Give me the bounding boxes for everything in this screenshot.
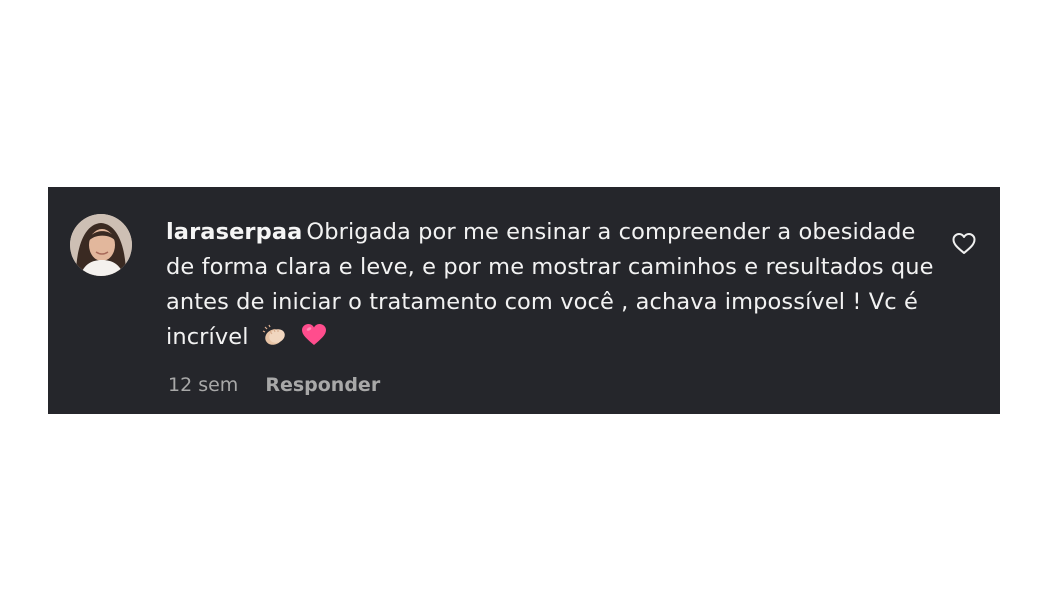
reply-button[interactable]: Responder (265, 374, 380, 396)
comment-username[interactable]: laraserpaa (166, 219, 302, 245)
avatar-image (70, 214, 132, 276)
heart-outline-icon (952, 233, 976, 254)
pink-heart-icon (301, 323, 327, 358)
clapping-hands-icon (262, 323, 288, 358)
comment-meta: 12 sem Responder (168, 373, 380, 397)
comment-timestamp: 12 sem (168, 374, 239, 396)
comment-body: laraserpaa Obrigada por me ensinar a comp… (166, 215, 936, 358)
comment-card: laraserpaa Obrigada por me ensinar a comp… (48, 187, 1000, 414)
like-button[interactable] (951, 232, 977, 256)
avatar[interactable] (70, 214, 132, 276)
